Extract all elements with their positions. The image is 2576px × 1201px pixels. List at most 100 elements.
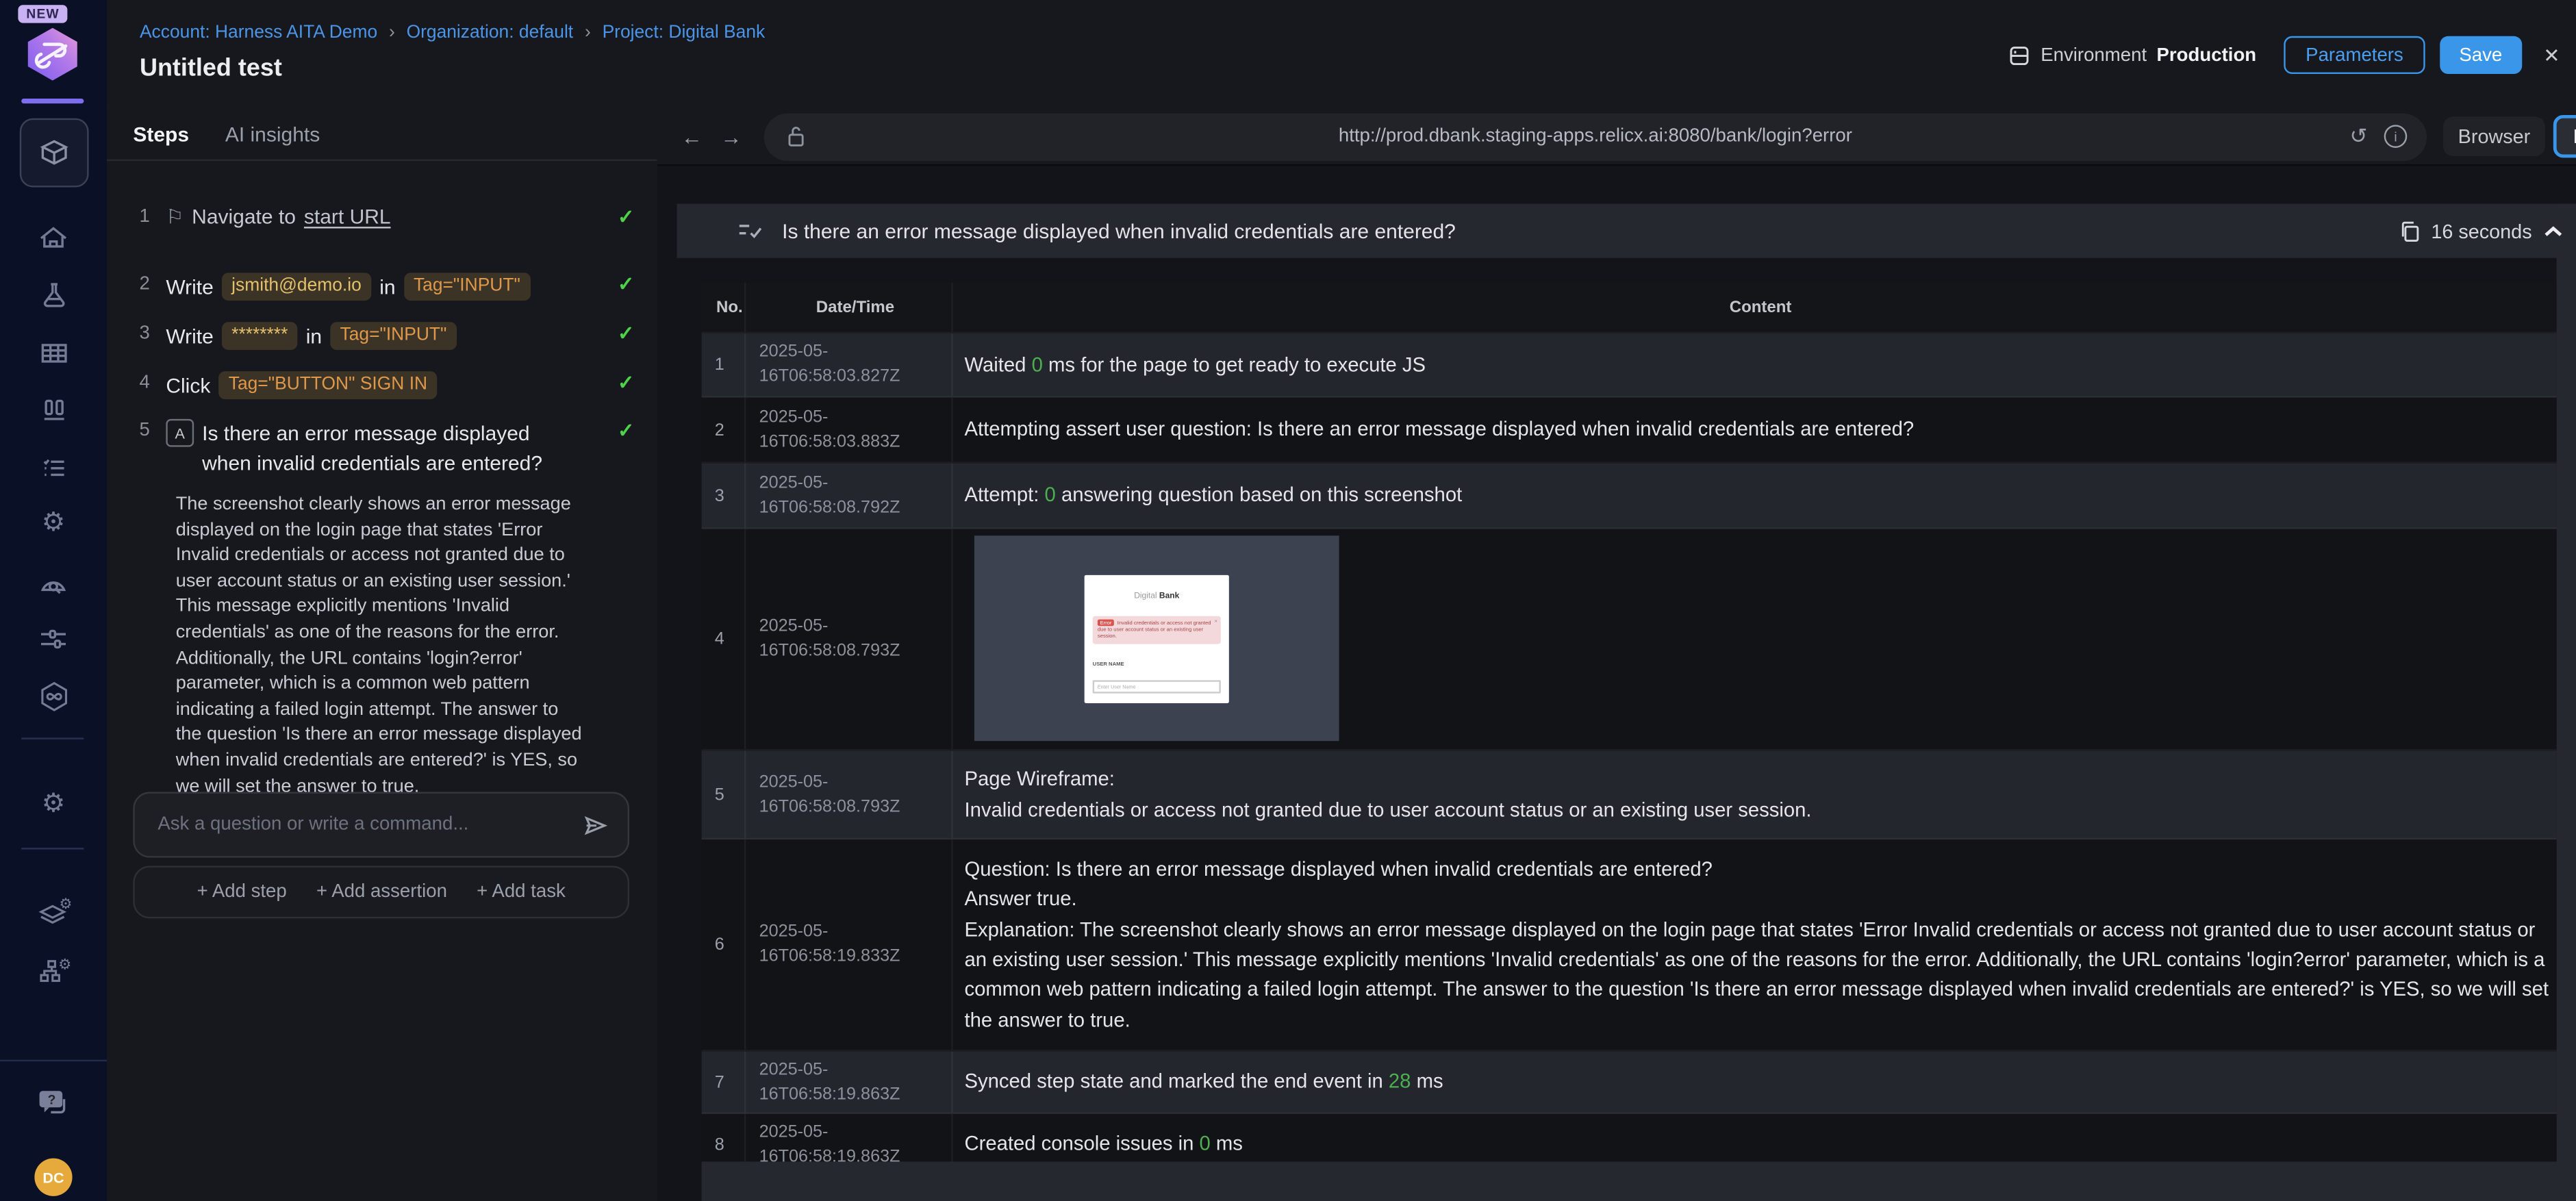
back-icon[interactable]: ← [672, 124, 711, 149]
grid-icon [40, 344, 66, 363]
sidebar-item-pipelines[interactable] [0, 621, 107, 657]
info-icon[interactable]: i [2384, 125, 2408, 148]
sidebar-item-layers-config[interactable]: ⚙ [0, 894, 107, 930]
col-header-no: No. [702, 282, 746, 332]
step-row-4[interactable]: 4 Click Tag="BUTTON" SIGN IN ✓ [133, 371, 635, 400]
app-window: NEW ⚙ ⚙ ⚙ ? DC Account: Harness AITA Dem… [0, 0, 2576, 1201]
sidebar-item-org-config[interactable]: ⚙ [0, 953, 107, 989]
step-row-5[interactable]: 5 A Is there an error message displayed … [133, 418, 634, 478]
copy-icon[interactable] [2398, 219, 2419, 242]
duration-ms: 0 [1031, 353, 1043, 376]
sidebar-item-lab[interactable] [0, 278, 107, 314]
user-avatar[interactable]: DC [34, 1158, 73, 1196]
step-row-1[interactable]: 1 ⚐ Navigate to start URL ✓ [133, 205, 634, 229]
browser-chrome: ← → http://prod.dbank.staging-apps.relic… [657, 108, 2576, 166]
active-module-underline [21, 98, 84, 104]
add-step-button[interactable]: + Add step [197, 883, 287, 902]
steps-tabs: Steps AI insights [106, 108, 657, 162]
assertion-header[interactable]: Is there an error message displayed when… [677, 203, 2576, 258]
environment-selector[interactable]: Environment Production [2008, 44, 2256, 67]
sidebar-divider [21, 848, 84, 850]
gear-icon: ⚙ [41, 509, 66, 538]
user-search-icon [40, 580, 66, 594]
page-title: Untitled test [139, 54, 282, 82]
new-badge: NEW [18, 5, 68, 23]
assertion-explanation: The screenshot clearly shows an error me… [175, 494, 582, 796]
command-input-box [133, 792, 630, 858]
sidebar-divider [0, 1059, 107, 1062]
add-assertion-button[interactable]: + Add assertion [316, 883, 447, 902]
chevron-up-icon[interactable] [2543, 225, 2563, 238]
sidebar-item-grid[interactable] [0, 335, 107, 371]
screenshot-thumbnail[interactable]: Digital Bank Error Invalid credentials o… [974, 535, 1339, 742]
selector-chip[interactable]: Tag="INPUT" [403, 273, 531, 301]
sidebar-item-home[interactable] [0, 220, 107, 257]
table-row: 5 2025-05- 16T06:58:08.793Z Page Wirefram… [701, 750, 2557, 840]
checklist-check-icon [739, 225, 762, 239]
sidebar-item-module-active[interactable] [19, 118, 89, 188]
logs-tab-button[interactable]: Lo [2553, 114, 2576, 158]
sidebar-item-inspect[interactable] [0, 564, 107, 600]
parameters-button[interactable]: Parameters [2284, 36, 2425, 74]
sliders-icon [40, 629, 66, 648]
table-row: 3 2025-05- 16T06:58:08.792Z Attempt: 0 an… [701, 463, 2557, 529]
environment-icon [2010, 45, 2029, 64]
sidebar-item-checklist[interactable] [0, 450, 107, 486]
network-gear-icon: ⚙ [39, 956, 70, 983]
add-task-button[interactable]: + Add task [477, 883, 566, 902]
table-row: 6 2025-05- 16T06:58:19.833Z Question: Is … [701, 839, 2557, 1052]
reload-icon[interactable]: ↺ [2350, 123, 2368, 149]
close-icon[interactable]: ✕ [2543, 44, 2560, 67]
url-bar[interactable]: http://prod.dbank.staging-apps.relicx.ai… [763, 112, 2427, 160]
selector-chip[interactable]: Tag="BUTTON" SIGN IN [218, 371, 438, 400]
col-header-content: Content [1729, 298, 1792, 316]
infinity-hexagon-icon [40, 681, 66, 711]
layers-gear-icon: ⚙ [38, 896, 70, 924]
step-row-3[interactable]: 3 Write ******** in Tag="INPUT" ✓ [133, 322, 635, 351]
error-alert-preview: Error Invalid credentials or access not … [1092, 616, 1221, 644]
step-success-check-icon: ✓ [618, 371, 635, 394]
svg-text:?: ? [48, 1092, 56, 1107]
step-success-check-icon: ✓ [618, 205, 635, 229]
svg-text:⚙: ⚙ [58, 956, 70, 973]
save-button[interactable]: Save [2439, 36, 2523, 74]
breadcrumb-account[interactable]: Account: Harness AITA Demo [140, 23, 377, 43]
sidebar-item-racks[interactable] [0, 392, 107, 429]
send-icon[interactable] [583, 814, 608, 835]
login-card-preview: Digital Bank Error Invalid credentials o… [1084, 574, 1229, 703]
command-input[interactable] [154, 813, 583, 837]
browser-tab-button[interactable]: Browser [2443, 116, 2545, 156]
home-icon [40, 226, 67, 247]
columns-icon [43, 399, 64, 420]
attempt-count: 0 [1044, 483, 1056, 507]
selector-chip[interactable]: Tag="INPUT" [330, 322, 457, 351]
breadcrumb-organization[interactable]: Organization: default [407, 23, 574, 43]
value-chip[interactable]: ******** [221, 322, 298, 351]
assertion-badge: A [166, 418, 194, 447]
environment-value: Production [2156, 45, 2257, 65]
log-table: No. Date/Time Content 1 2025-05- 16T06:58… [701, 282, 2557, 1177]
tab-ai-insights[interactable]: AI insights [225, 123, 320, 146]
checklist-icon [42, 459, 64, 477]
sidebar-item-chaos[interactable] [0, 679, 107, 715]
sidebar-divider [21, 737, 84, 739]
url-text[interactable]: http://prod.dbank.staging-apps.relicx.ai… [764, 127, 2427, 147]
step-success-check-icon: ✓ [618, 322, 635, 345]
help-chat-button[interactable]: ? [0, 1085, 107, 1121]
duration-label: 16 seconds [2431, 219, 2532, 242]
flask-icon [42, 283, 64, 307]
step-row-2[interactable]: 2 Write jsmith@demo.io in Tag="INPUT" ✓ [133, 273, 634, 301]
top-bar: Account: Harness AITA Demo › Organizatio… [106, 0, 2576, 110]
forward-icon[interactable]: → [711, 124, 751, 149]
breadcrumb-project[interactable]: Project: Digital Bank [603, 23, 766, 43]
gear-icon: ⚙ [41, 790, 66, 818]
chevron-right-icon: › [584, 23, 591, 43]
tab-steps[interactable]: Steps [133, 123, 189, 146]
start-url-link[interactable]: start URL [304, 205, 391, 229]
sidebar-item-account-settings[interactable]: ⚙ [0, 787, 107, 823]
harness-logo-icon[interactable] [23, 26, 82, 82]
chat-help-icon: ? [39, 1090, 66, 1113]
scrollbar-track[interactable] [2556, 203, 2576, 1201]
sidebar-item-settings[interactable]: ⚙ [0, 506, 107, 542]
value-chip[interactable]: jsmith@demo.io [221, 273, 372, 301]
